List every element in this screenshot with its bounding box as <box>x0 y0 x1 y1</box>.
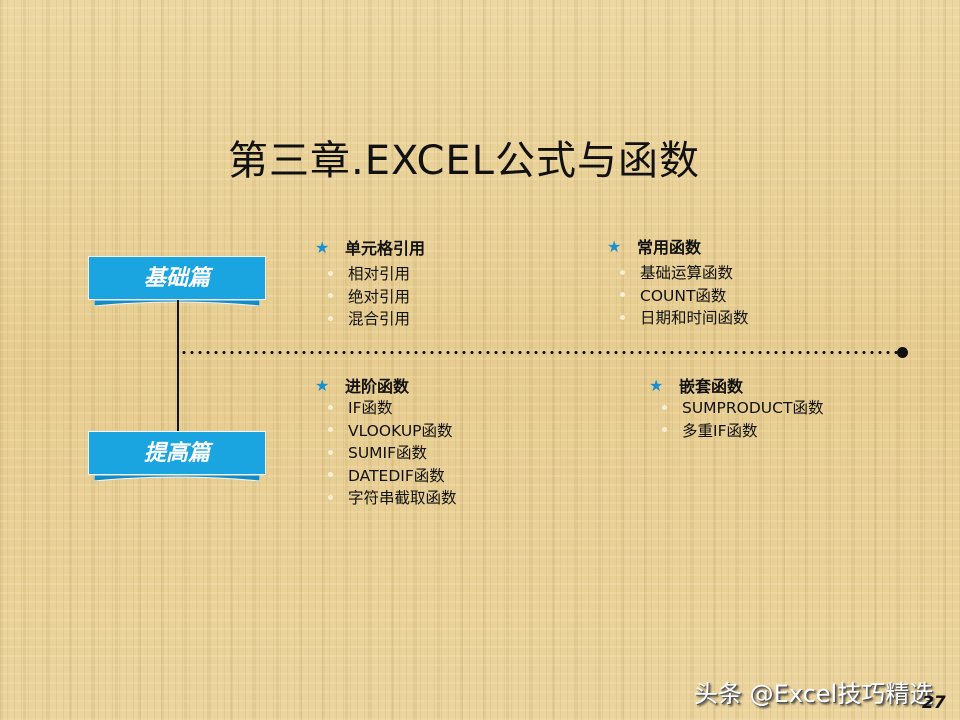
item-text: 日期和时间函数 <box>640 309 749 328</box>
list-item: SUMPRODUCT函数 <box>649 396 823 419</box>
list-item: VLOOKUP函数 <box>315 419 457 442</box>
star-icon: ★ <box>649 375 664 395</box>
banner-label: 基础篇 <box>143 265 210 291</box>
banner-ribbon-tail <box>94 475 260 481</box>
item-text: VLOOKUP函数 <box>348 421 453 440</box>
group-heading-text: 单元格引用 <box>345 239 426 258</box>
item-text: SUMIF函数 <box>348 444 428 463</box>
group-heading-text: 进阶函数 <box>345 377 410 396</box>
item-text: COUNT函数 <box>640 286 727 305</box>
bullet-icon <box>328 494 333 500</box>
list-item: COUNT函数 <box>607 284 749 307</box>
item-text: SUMPRODUCT函数 <box>682 399 824 418</box>
group-heading-text: 常用函数 <box>637 238 702 257</box>
timeline-dotted-line <box>180 351 900 354</box>
item-text: 字符串截取函数 <box>348 489 457 508</box>
item-list: 相对引用 绝对引用 混合引用 <box>315 262 425 330</box>
bullet-icon <box>620 314 625 320</box>
item-list: 基础运算函数 COUNT函数 日期和时间函数 <box>607 261 749 329</box>
timeline-end-dot <box>897 347 908 358</box>
group-heading: ★ 单元格引用 <box>315 236 426 259</box>
list-item: DATEDIF函数 <box>315 464 457 487</box>
list-item: 日期和时间函数 <box>607 306 749 329</box>
bullet-icon <box>662 404 667 410</box>
bullet-icon <box>328 472 333 478</box>
banner-label: 提高篇 <box>143 440 210 466</box>
item-text: IF函数 <box>348 399 393 418</box>
item-text: 绝对引用 <box>348 287 411 306</box>
group-heading-text: 嵌套函数 <box>679 377 744 396</box>
bullet-icon <box>328 404 333 410</box>
list-item: 基础运算函数 <box>607 261 749 284</box>
group-common-functions: ★ 常用函数 基础运算函数 COUNT函数 日期和时间函数 <box>607 235 749 329</box>
item-list: IF函数 VLOOKUP函数 SUMIF函数 DATEDIF函数 字符串截取函数 <box>315 396 457 509</box>
bullet-icon <box>328 427 333 433</box>
list-item: SUMIF函数 <box>315 441 457 464</box>
bullet-icon <box>620 292 625 298</box>
bullet-icon <box>328 293 333 299</box>
slide-title: 第三章.EXCEL公式与函数 <box>228 138 700 184</box>
banner-advanced: 提高篇 <box>88 431 268 481</box>
list-item: IF函数 <box>315 396 457 419</box>
item-text: DATEDIF函数 <box>348 466 445 485</box>
item-text: 多重IF函数 <box>682 421 758 440</box>
star-icon: ★ <box>607 236 622 256</box>
watermark: 头条 @Excel技巧精选 <box>694 680 934 708</box>
list-item: 混合引用 <box>315 307 425 330</box>
star-icon: ★ <box>315 237 330 257</box>
connector-line <box>177 300 179 432</box>
list-item: 字符串截取函数 <box>315 486 457 509</box>
list-item: 多重IF函数 <box>649 419 823 442</box>
group-cell-reference: ★ 单元格引用 相对引用 绝对引用 混合引用 <box>315 236 425 330</box>
bullet-icon <box>328 449 333 455</box>
banner-basic: 基础篇 <box>88 256 268 306</box>
item-text: 混合引用 <box>348 310 411 329</box>
bullet-icon <box>662 427 667 433</box>
item-list: SUMPRODUCT函数 多重IF函数 <box>649 396 823 441</box>
group-nested-functions: ★ 嵌套函数 SUMPRODUCT函数 多重IF函数 <box>649 374 823 441</box>
group-heading: ★ 常用函数 <box>607 235 749 258</box>
group-advanced-functions: ★ 进阶函数 IF函数 VLOOKUP函数 SUMIF函数 DATEDIF函数 … <box>315 374 457 509</box>
star-icon: ★ <box>315 375 330 395</box>
item-text: 相对引用 <box>348 265 411 284</box>
bullet-icon <box>620 269 625 275</box>
item-text: 基础运算函数 <box>640 264 734 283</box>
list-item: 相对引用 <box>315 262 425 285</box>
list-item: 绝对引用 <box>315 285 425 308</box>
page-number: 27 <box>922 693 946 713</box>
bullet-icon <box>328 315 333 321</box>
group-heading: ★ 进阶函数 <box>315 374 457 397</box>
group-heading: ★ 嵌套函数 <box>649 374 823 397</box>
bullet-icon <box>328 270 333 276</box>
